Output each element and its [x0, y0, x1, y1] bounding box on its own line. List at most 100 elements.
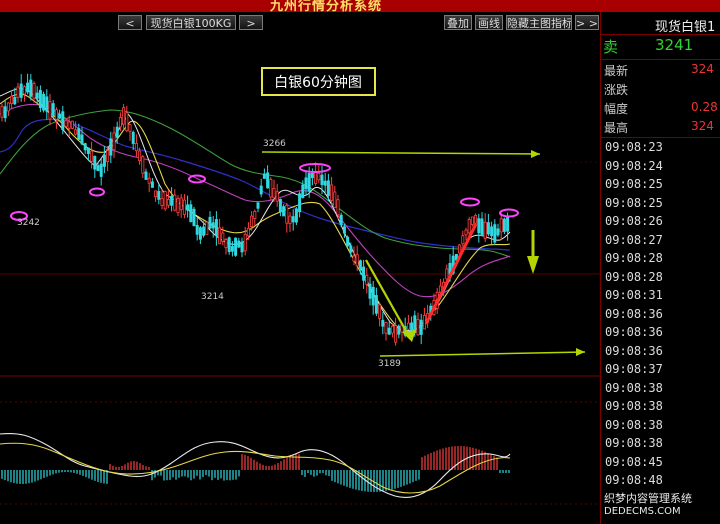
draw-line-button[interactable]: 画线	[475, 15, 503, 30]
tick-time: 09:08:26	[605, 214, 663, 228]
candle-body	[461, 235, 465, 245]
sell-label: 卖	[603, 38, 619, 56]
divider	[601, 59, 720, 60]
tick-time: 09:08:28	[605, 251, 663, 265]
candle-body	[144, 171, 148, 180]
pivot-marker	[89, 187, 105, 197]
quote-row-value: 324	[691, 119, 714, 133]
quote-row-value: 0.28	[691, 100, 718, 114]
candle-body	[336, 199, 340, 216]
candle-body	[458, 244, 462, 254]
candle-body	[368, 283, 372, 299]
title-bar: 九州行情分析系统	[0, 0, 720, 12]
resistance-arrowhead	[531, 150, 540, 158]
mid-low-label: 3214	[201, 292, 224, 302]
tick-time: 09:08:38	[605, 417, 663, 432]
high-label: 3266	[263, 139, 286, 149]
tick-time: 09:08:37	[605, 362, 663, 376]
candle-body	[493, 224, 497, 243]
tick-time: 09:08:38	[605, 436, 663, 450]
candle-body	[128, 124, 132, 132]
candle-body	[294, 208, 298, 223]
divider	[601, 137, 720, 138]
next-symbol-button[interactable]: >	[239, 15, 263, 30]
candle-body	[102, 154, 106, 167]
candle-body	[141, 156, 145, 174]
tick-time: 09:08:27	[605, 232, 663, 247]
candle-body	[211, 222, 215, 229]
candle-body	[256, 202, 260, 209]
candle-body	[77, 128, 81, 140]
candle-body	[205, 221, 209, 235]
candle-body	[83, 143, 87, 151]
candle-body	[278, 199, 282, 213]
candle-body	[157, 191, 161, 200]
overlay-button[interactable]: 叠加	[444, 15, 472, 30]
candle-body	[282, 206, 286, 217]
symbol-selector[interactable]: 现货白银100KG	[146, 15, 236, 30]
left-low-label: 3242	[17, 218, 40, 228]
candle-body	[502, 218, 506, 232]
candle-body	[301, 184, 305, 198]
candle-body	[160, 197, 164, 206]
candle-body	[374, 295, 378, 314]
tick-time: 09:08:36	[605, 325, 663, 339]
candle-body	[90, 150, 94, 162]
candle-body	[134, 143, 138, 152]
resistance-arrow	[261, 151, 541, 155]
tick-time: 09:08:31	[605, 288, 663, 302]
tick-time: 09:08:45	[605, 454, 663, 469]
candle-body	[288, 215, 292, 224]
candle-body	[64, 120, 68, 127]
hide-main-indicator-button[interactable]: 隐藏主图指标	[506, 15, 572, 30]
candle-body	[214, 219, 218, 237]
candle-body	[406, 322, 410, 330]
candle-body	[349, 245, 353, 253]
candle-body	[237, 240, 241, 248]
more-button[interactable]: > >	[575, 15, 599, 30]
candle-body	[74, 129, 78, 135]
candle-body	[378, 304, 382, 319]
chart-title: 白银60分钟图	[274, 74, 362, 91]
candle-body	[416, 319, 420, 336]
candle-body	[13, 97, 17, 105]
tick-time: 09:08:28	[605, 269, 663, 284]
prev-symbol-button[interactable]: <	[118, 15, 142, 30]
candle-body	[93, 155, 97, 170]
candle-body	[422, 315, 426, 330]
pivot-marker	[460, 197, 480, 207]
divider	[601, 34, 720, 35]
tick-time: 09:08:23	[605, 140, 663, 154]
candle-body	[125, 112, 129, 132]
tick-time: 09:08:24	[605, 158, 663, 173]
candle-body	[38, 89, 42, 109]
quote-row-label: 最高	[604, 121, 629, 135]
candle-body	[147, 177, 151, 184]
candle-body	[29, 79, 33, 97]
candle-body	[250, 215, 254, 227]
tick-time: 09:08:25	[605, 195, 663, 210]
candle-body	[445, 268, 449, 280]
candle-body	[80, 134, 84, 145]
candle-body	[317, 172, 321, 181]
candle-body	[227, 237, 231, 253]
support-arrow	[379, 351, 586, 357]
candle-body	[243, 233, 247, 252]
candle-body	[179, 197, 183, 211]
quote-row-label: 最新	[604, 64, 629, 78]
candle-body	[490, 226, 494, 237]
candle-body	[470, 216, 474, 225]
candle-body	[198, 227, 202, 240]
candle-body	[224, 239, 228, 249]
candle-body	[464, 229, 468, 236]
candle-body	[387, 327, 391, 335]
candle-body	[86, 147, 90, 154]
window-title: 九州行情分析系统	[270, 0, 383, 12]
candle-body	[298, 193, 302, 213]
candle-body	[326, 180, 330, 196]
candle-body	[173, 194, 177, 211]
candle-body	[6, 102, 10, 112]
candle-body	[506, 217, 510, 232]
candle-body	[342, 226, 346, 234]
candlestick-chart[interactable]: 白银60分钟图 3266 3189 3214 3242	[0, 34, 600, 524]
